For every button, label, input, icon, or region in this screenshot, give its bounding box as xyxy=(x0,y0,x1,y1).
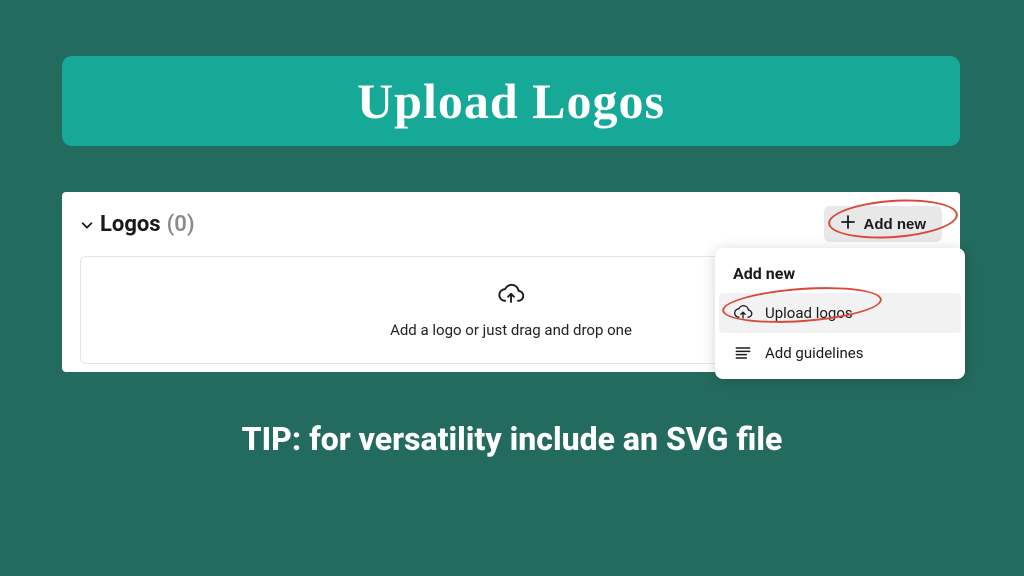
add-new-menu: Add new Upload logos Add guidelines xyxy=(715,248,965,379)
menu-item-label: Add guidelines xyxy=(765,344,863,362)
list-icon xyxy=(733,343,753,363)
menu-item-label: Upload logos xyxy=(765,304,853,322)
menu-item-add-guidelines[interactable]: Add guidelines xyxy=(719,333,961,373)
menu-title: Add new xyxy=(719,260,961,293)
dropzone-text: Add a logo or just drag and drop one xyxy=(390,321,632,339)
panel-section-title: Logos xyxy=(100,212,161,237)
plus-icon xyxy=(840,214,856,234)
panel-count: (0) xyxy=(167,212,195,237)
menu-item-upload-logos[interactable]: Upload logos xyxy=(719,293,961,333)
upload-cloud-icon xyxy=(733,303,753,323)
panel-header-left[interactable]: Logos (0) xyxy=(80,212,195,237)
add-new-label: Add new xyxy=(864,216,927,233)
tip-text: TIP: for versatility include an SVG file xyxy=(0,420,1024,458)
upload-cloud-icon xyxy=(497,281,525,313)
add-new-button[interactable]: Add new xyxy=(824,206,943,242)
panel-header: Logos (0) Add new xyxy=(80,206,942,242)
chevron-down-icon xyxy=(80,217,94,231)
title-banner: Upload Logos xyxy=(62,56,960,146)
banner-title: Upload Logos xyxy=(357,72,665,130)
